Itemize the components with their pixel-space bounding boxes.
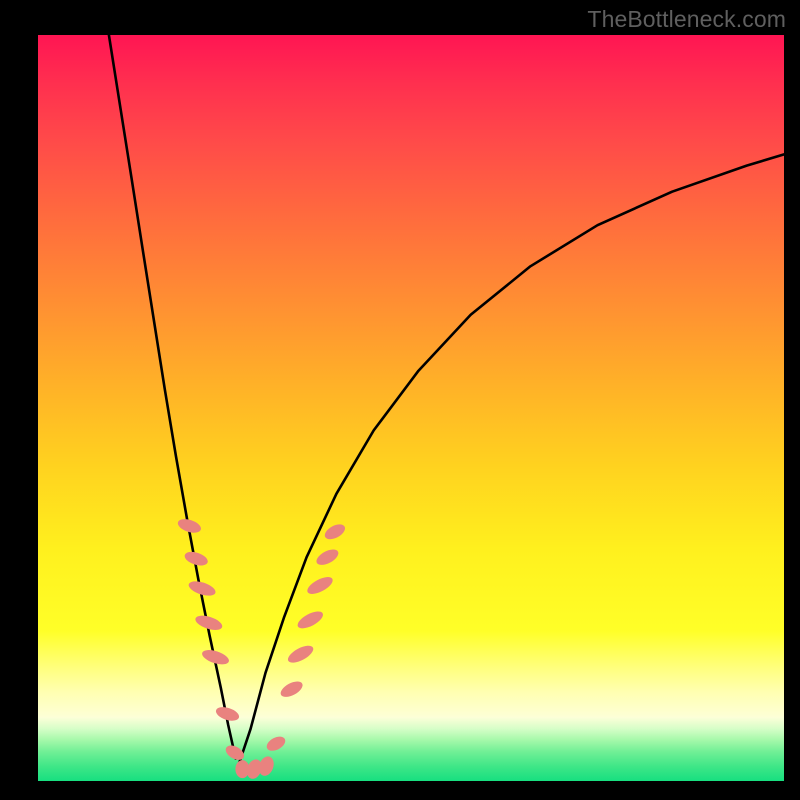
marker-dot xyxy=(314,546,341,568)
marker-dot xyxy=(223,743,246,763)
marker-dot xyxy=(285,642,315,666)
chart-frame: TheBottleneck.com xyxy=(0,0,800,800)
plot-area xyxy=(38,35,784,781)
marker-dot xyxy=(322,521,347,542)
series-left-branch xyxy=(109,35,236,759)
marker-dot xyxy=(305,574,335,598)
marker-dots xyxy=(176,516,347,780)
marker-dot xyxy=(264,734,287,754)
marker-dot xyxy=(278,678,305,700)
series-right-branch xyxy=(239,154,784,762)
curve-layer xyxy=(38,35,784,781)
watermark-text: TheBottleneck.com xyxy=(587,6,786,33)
marker-dot xyxy=(295,608,325,632)
